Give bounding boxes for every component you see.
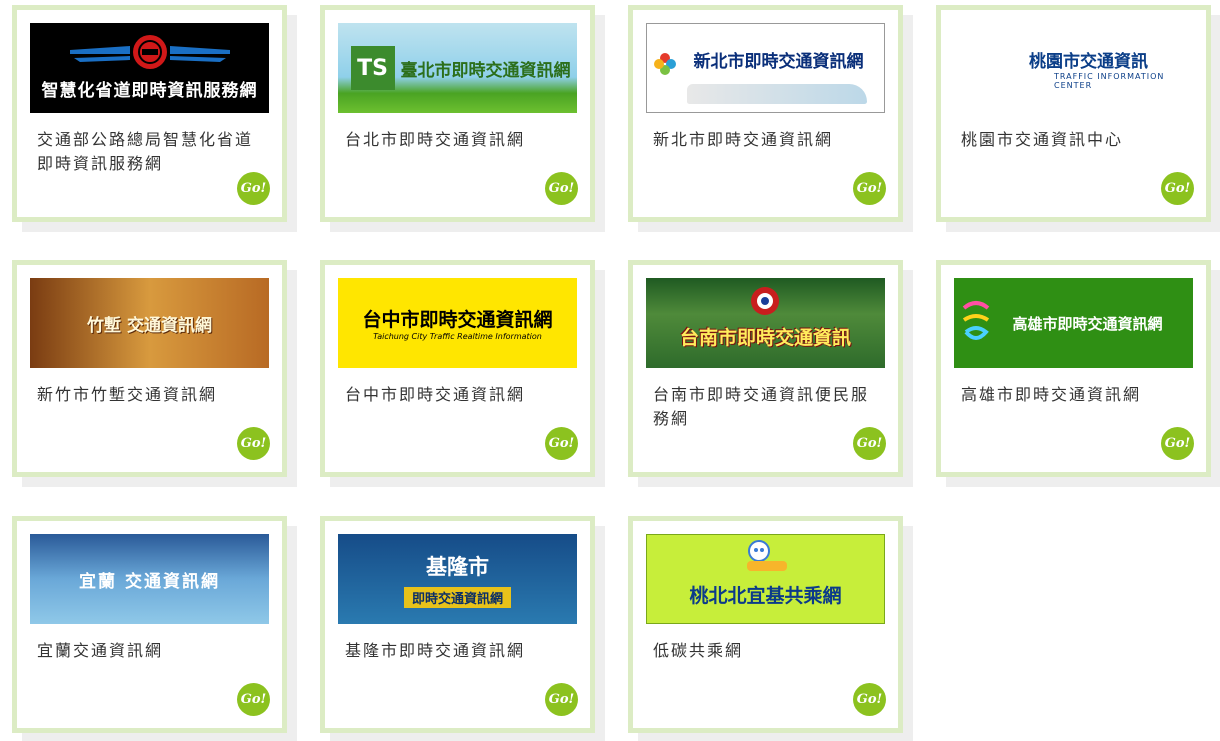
link-card-title[interactable]: 交通部公路總局智慧化省道即時資訊服務網 [37,128,259,176]
link-card-highway[interactable]: 智慧化省道即時資訊服務網 交通部公路總局智慧化省道即時資訊服務網 Go! [12,5,287,222]
train-illustration-icon [687,84,867,104]
go-button[interactable]: Go! [545,172,578,205]
link-card-carpool[interactable]: 桃北北宜基共乘網 低碳共乘網 Go! [628,516,903,733]
link-card-hsinchu[interactable]: 竹塹 交通資訊網 新竹市竹塹交通資訊網 Go! [12,260,287,477]
banner-title: 竹塹 交通資訊網 [87,315,212,336]
banner-image-yilan[interactable]: 宜蘭 交通資訊網 [30,534,269,624]
banner-subtitle: TRAFFIC INFORMATION CENTER [1054,71,1165,90]
link-card-taipei[interactable]: TS 臺北市即時交通資訊網 台北市即時交通資訊網 Go! [320,5,595,222]
kaohsiung-logo-icon [962,301,990,340]
flower-logo-icon [654,53,676,75]
traffic-links-grid: 智慧化省道即時資訊服務網 交通部公路總局智慧化省道即時資訊服務網 Go! TS … [0,0,1220,741]
banner-title: 新北市即時交通資訊網 [693,51,864,72]
go-button[interactable]: Go! [237,683,270,716]
go-button[interactable]: Go! [545,683,578,716]
ts-logo-icon: TS [350,46,395,90]
link-card-taoyuan[interactable]: 桃園市交通資訊 TRAFFIC INFORMATION CENTER 桃園市交通… [936,5,1211,222]
link-card-new-taipei[interactable]: 新北市即時交通資訊網 新北市即時交通資訊網 Go! [628,5,903,222]
banner-title: 台中市即時交通資訊網 [362,309,553,331]
banner-subtitle: 即時交通資訊網 [403,586,511,608]
banner-image-hsinchu[interactable]: 竹塹 交通資訊網 [30,278,269,368]
banner-title: 宜蘭 交通資訊網 [79,571,220,592]
link-card-title[interactable]: 新北市即時交通資訊網 [653,128,875,152]
link-card-title[interactable]: 基隆市即時交通資訊網 [345,639,567,663]
link-card-yilan[interactable]: 宜蘭 交通資訊網 宜蘭交通資訊網 Go! [12,516,287,733]
banner-image-tainan[interactable]: 台南市即時交通資訊 [646,278,885,368]
link-card-title[interactable]: 新竹市竹塹交通資訊網 [37,383,259,407]
banner-image-keelung[interactable]: 基隆市 即時交通資訊網 [338,534,577,624]
go-button[interactable]: Go! [237,172,270,205]
banner-title: 智慧化省道即時資訊服務網 [41,80,258,101]
link-card-title[interactable]: 台中市即時交通資訊網 [345,383,567,407]
banner-image-carpool[interactable]: 桃北北宜基共乘網 [646,534,885,624]
banner-title: 高雄市即時交通資訊網 [1012,314,1163,333]
banner-title: 桃園市交通資訊 [1029,51,1148,72]
go-button[interactable]: Go! [853,427,886,460]
link-card-title[interactable]: 宜蘭交通資訊網 [37,639,259,663]
banner-title: 基隆市 [426,554,489,579]
banner-image-taoyuan[interactable]: 桃園市交通資訊 TRAFFIC INFORMATION CENTER [954,23,1193,113]
link-card-keelung[interactable]: 基隆市 即時交通資訊網 基隆市即時交通資訊網 Go! [320,516,595,733]
banner-subtitle: Taichung City Traffic Realtime Informati… [373,332,542,341]
banner-image-highway[interactable]: 智慧化省道即時資訊服務網 [30,23,269,113]
banner-image-kaohsiung[interactable]: 高雄市即時交通資訊網 [954,278,1193,368]
banner-title: 臺北市即時交通資訊網 [400,60,571,81]
link-card-title[interactable]: 桃園市交通資訊中心 [961,128,1183,152]
link-card-title[interactable]: 高雄市即時交通資訊網 [961,383,1183,407]
go-button[interactable]: Go! [545,427,578,460]
link-card-title[interactable]: 低碳共乘網 [653,639,875,663]
banner-image-taipei[interactable]: TS 臺北市即時交通資訊網 [338,23,577,113]
go-button[interactable]: Go! [237,427,270,460]
banner-image-new-taipei[interactable]: 新北市即時交通資訊網 [646,23,885,113]
cartoon-mascot-icon [747,540,787,571]
go-button[interactable]: Go! [853,172,886,205]
link-card-taichung[interactable]: 台中市即時交通資訊網 Taichung City Traffic Realtim… [320,260,595,477]
go-button[interactable]: Go! [1161,172,1194,205]
city-emblem-icon [751,287,779,315]
go-button[interactable]: Go! [853,683,886,716]
banner-title: 桃北北宜基共乘網 [689,584,842,607]
banner-image-taichung[interactable]: 台中市即時交通資訊網 Taichung City Traffic Realtim… [338,278,577,368]
link-card-title[interactable]: 台南市即時交通資訊便民服務網 [653,383,875,431]
link-card-kaohsiung[interactable]: 高雄市即時交通資訊網 高雄市即時交通資訊網 Go! [936,260,1211,477]
banner-title: 台南市即時交通資訊 [679,326,851,349]
link-card-tainan[interactable]: 台南市即時交通資訊 台南市即時交通資訊便民服務網 Go! [628,260,903,477]
link-card-title[interactable]: 台北市即時交通資訊網 [345,128,567,152]
go-button[interactable]: Go! [1161,427,1194,460]
highway-emblem-icon [69,34,230,69]
